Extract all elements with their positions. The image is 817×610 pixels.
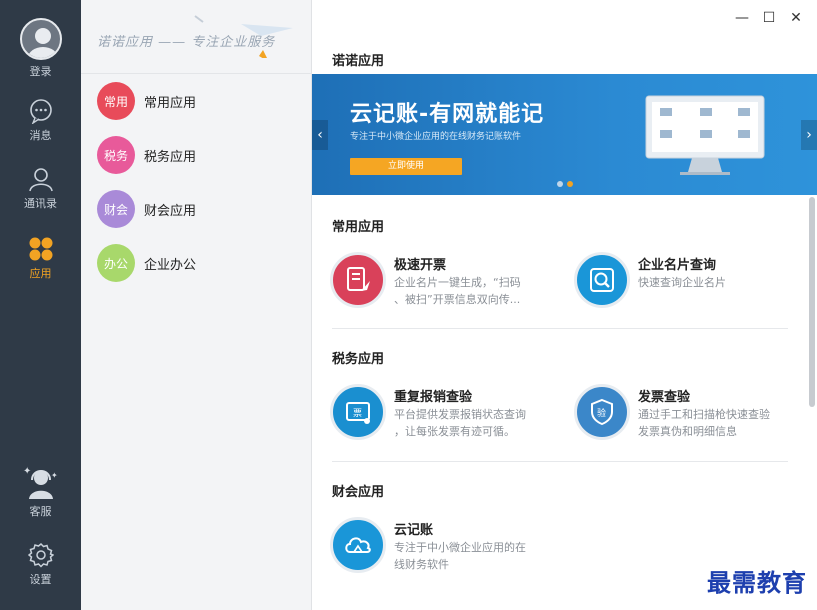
category-item-office[interactable]: 办公 企业办公: [97, 244, 196, 282]
vertical-scrollbar[interactable]: [809, 197, 815, 407]
login-label: 登录: [29, 65, 52, 78]
watermark: 最需教育: [707, 568, 807, 597]
contacts-label: 通讯录: [24, 197, 57, 210]
banner-use-now-button[interactable]: 立即使用: [350, 158, 462, 175]
app-description: 快速查询企业名片: [638, 276, 726, 289]
app-icon: [330, 252, 386, 308]
category-label: 常用应用: [144, 95, 197, 111]
left-nav-rail: 登录 消息 通讯录 应用 ✦ ✦ 客服 设置: [0, 0, 81, 610]
app-icon: 票: [330, 384, 386, 440]
nav-settings[interactable]: 设置: [0, 542, 81, 587]
minimize-button[interactable]: —: [734, 10, 750, 26]
carousel-dot-1[interactable]: [557, 181, 563, 187]
app-icon: [574, 252, 630, 308]
app-name: 极速开票: [394, 258, 447, 273]
banner-title: 云记账-有网就能记: [350, 102, 545, 127]
chat-bubble-icon: [29, 99, 52, 124]
app-icon: [330, 517, 386, 573]
cloud-icon: [345, 537, 371, 553]
promo-banner[interactable]: ‹ 云记账-有网就能记 专注于中小微企业应用的在线财务记账软件 立即使用 ›: [312, 74, 817, 195]
person-icon: [28, 168, 53, 192]
category-label: 企业办公: [144, 257, 197, 273]
category-panel: 诺诺应用 —— 专注企业服务 常用 常用应用 税务 税务应用 财会 财会应用 办…: [81, 0, 312, 610]
svg-text:✦: ✦: [51, 471, 58, 480]
messages-label: 消息: [29, 129, 52, 142]
nav-messages[interactable]: 消息: [0, 98, 81, 143]
app-invoice-verify[interactable]: 验 发票查验 通过手工和扫描枪快速查验 发票真伪和明细信息: [574, 384, 794, 452]
category-label: 税务应用: [144, 149, 197, 165]
page-title: 诺诺应用: [332, 54, 385, 69]
customer-service-icon: ✦ ✦: [23, 466, 58, 499]
nav-contacts[interactable]: 通讯录: [0, 166, 81, 211]
svg-text:票: 票: [353, 408, 362, 419]
category-item-tax[interactable]: 税务 税务应用: [97, 136, 196, 174]
nav-support[interactable]: ✦ ✦ 客服: [0, 464, 81, 519]
app-description: 企业名片一键生成，“扫码 、被扫”开票信息双向传...: [394, 276, 521, 306]
apps-grid-icon: [29, 237, 52, 261]
paper-plane-decoration-icon: [194, 15, 293, 58]
main-content: — ☐ ✕ 诺诺应用 ‹ 云记账-有网就能记 专注于中小微企业应用的在线财务记账…: [312, 0, 817, 610]
login-button[interactable]: 登录: [0, 18, 81, 79]
svg-text:验: 验: [597, 407, 606, 419]
banner-subtitle: 专注于中小微企业应用的在线财务记账软件: [350, 132, 522, 142]
apps-label: 应用: [29, 267, 52, 280]
category-header: 诺诺应用 —— 专注企业服务: [81, 0, 312, 74]
monitor-illustration-icon: [645, 95, 765, 175]
app-description: 通过手工和扫描枪快速查验 发票真伪和明细信息: [638, 408, 770, 438]
support-label: 客服: [29, 505, 52, 518]
app-description: 平台提供发票报销状态查询 ，让每张发票有迹可循。: [394, 408, 526, 438]
app-duplicate-reimbursement-check[interactable]: 票 重复报销查验 平台提供发票报销状态查询 ，让每张发票有迹可循。: [330, 384, 550, 452]
maximize-button[interactable]: ☐: [761, 10, 777, 26]
app-icon: 验: [574, 384, 630, 440]
gear-icon: [27, 542, 54, 568]
app-cloud-accounting[interactable]: 云记账 专注于中小微企业应用的在 线财务软件: [330, 517, 560, 585]
ticket-icon: 票: [346, 402, 370, 424]
nav-apps[interactable]: 应用: [0, 236, 81, 281]
close-button[interactable]: ✕: [788, 10, 804, 26]
section-divider: [332, 461, 788, 462]
category-badge: 税务: [97, 136, 135, 174]
shield-verify-icon: 验: [591, 398, 613, 426]
category-badge: 办公: [97, 244, 135, 282]
banner-prev-button[interactable]: ‹: [312, 120, 328, 150]
category-item-accounting[interactable]: 财会 财会应用: [97, 190, 196, 228]
avatar: [19, 18, 62, 60]
settings-label: 设置: [29, 573, 52, 586]
section-title-accounting: 财会应用: [332, 485, 385, 500]
app-name: 重复报销查验: [394, 390, 473, 405]
banner-next-button[interactable]: ›: [801, 120, 817, 150]
category-label: 财会应用: [144, 203, 197, 219]
app-quick-invoice[interactable]: 极速开票 企业名片一键生成，“扫码 、被扫”开票信息双向传...: [330, 252, 550, 320]
app-name: 企业名片查询: [638, 258, 717, 273]
app-name: 云记账: [394, 523, 434, 538]
user-avatar-icon: [27, 28, 58, 58]
svg-text:✦: ✦: [23, 466, 31, 477]
category-item-common[interactable]: 常用 常用应用: [97, 82, 196, 120]
app-description: 专注于中小微企业应用的在 线财务软件: [394, 541, 526, 571]
category-badge: 常用: [97, 82, 135, 120]
app-company-card-lookup[interactable]: 企业名片查询 快速查询企业名片: [574, 252, 794, 320]
carousel-dot-2[interactable]: [567, 181, 573, 187]
section-title-tax: 税务应用: [332, 352, 385, 367]
search-card-icon: [590, 268, 614, 292]
category-badge: 财会: [97, 190, 135, 228]
app-name: 发票查验: [638, 390, 691, 405]
section-divider: [332, 328, 788, 329]
section-title-common: 常用应用: [332, 220, 385, 235]
invoice-icon: [347, 267, 370, 291]
